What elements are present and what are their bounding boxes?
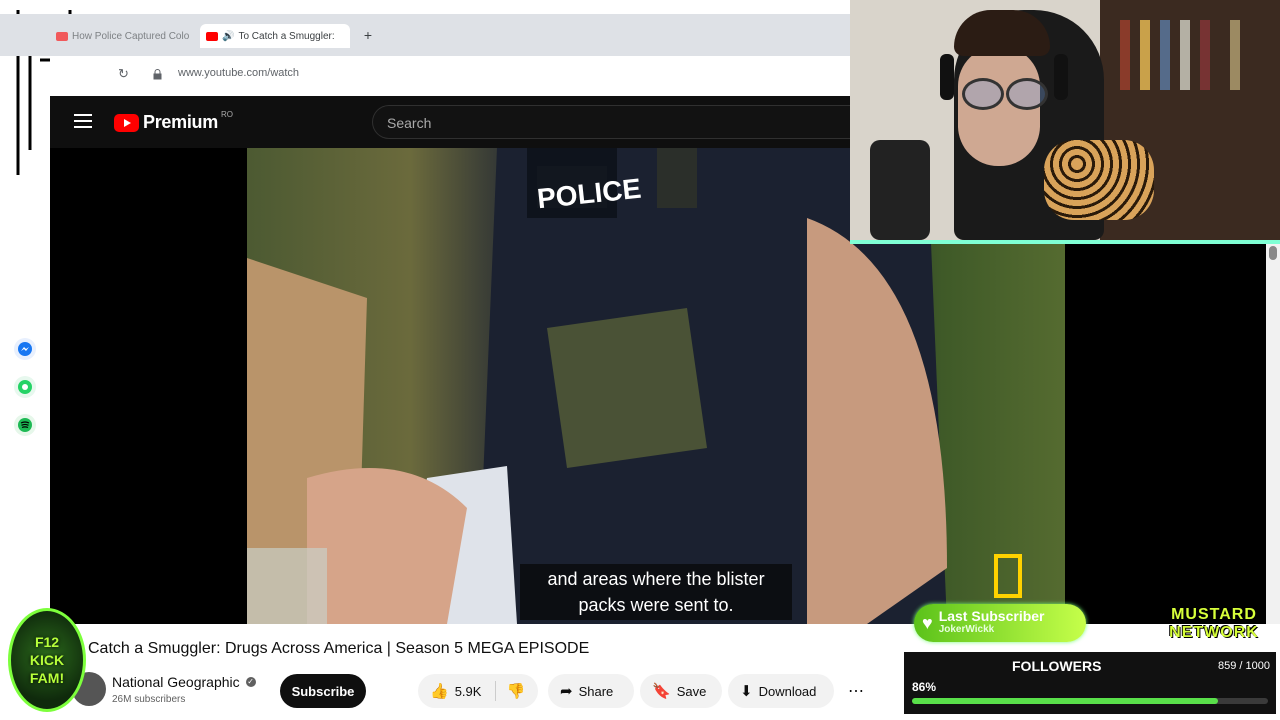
- verified-check-icon: ✓: [245, 677, 256, 687]
- streamer-webcam: [850, 0, 1280, 244]
- followers-label: FOLLOWERS: [1012, 658, 1102, 674]
- youtube-premium-logo[interactable]: Premium RO: [114, 110, 233, 133]
- video-caption: and areas where the blister packs were s…: [520, 564, 792, 620]
- microphone: [870, 140, 930, 240]
- kick-fam-logo: F12 KICK FAM!: [8, 608, 86, 712]
- download-icon: ⬇: [740, 683, 753, 700]
- book: [1160, 20, 1170, 90]
- followers-progress-fill: [912, 698, 1219, 704]
- tab-to-catch-a-smuggler[interactable]: 🔊 To Catch a Smuggler:: [200, 24, 350, 48]
- save-label: Save: [676, 683, 707, 699]
- logo-country-code: RO: [220, 110, 233, 119]
- spotify-icon[interactable]: [14, 414, 36, 436]
- share-icon: ➦: [560, 683, 573, 700]
- book: [1230, 20, 1240, 90]
- tab-label: How Police Captured Colo: [72, 30, 190, 42]
- messenger-icon[interactable]: [14, 338, 36, 360]
- save-button[interactable]: 🔖 Save: [640, 674, 722, 708]
- more-actions-button[interactable]: ⋯: [842, 674, 870, 708]
- kick-logo-line-2: KICK FAM!: [29, 652, 65, 686]
- followers-progress-bar: [912, 698, 1268, 704]
- subscriber-count: 26M subscribers: [112, 694, 186, 705]
- address-bar[interactable]: ↻ www.youtube.com/watch: [50, 56, 850, 94]
- glasses-left: [962, 78, 1004, 110]
- followers-percent: 86%: [912, 680, 937, 694]
- new-tab-button[interactable]: +: [360, 26, 376, 44]
- book: [1120, 20, 1130, 90]
- book: [1180, 20, 1190, 90]
- channel-name-text: National Geographic: [112, 674, 240, 690]
- mustard-network-logo: MUSTARD NETWORK: [1154, 606, 1274, 646]
- menu-icon[interactable]: [74, 114, 92, 128]
- tab-how-police[interactable]: How Police Captured Colo: [56, 24, 196, 48]
- thumbs-down-icon[interactable]: 👎: [506, 682, 525, 700]
- search-placeholder: Search: [387, 115, 432, 131]
- channel-name[interactable]: National Geographic ✓: [112, 674, 256, 690]
- mustard-line-1: MUSTARD: [1171, 606, 1257, 623]
- whatsapp-icon[interactable]: [14, 376, 36, 398]
- last-subscriber-banner: ♥ Last Subscriber JokerWickk: [914, 604, 1086, 642]
- caption-line-1: and areas where the blister: [547, 569, 765, 589]
- reload-icon[interactable]: ↻: [118, 66, 129, 82]
- youtube-favicon-icon: [206, 31, 218, 41]
- kick-logo-line-1: F12: [34, 634, 60, 650]
- caption-line-2: packs were sent to.: [578, 595, 734, 615]
- mustard-line-2: NETWORK: [1169, 624, 1259, 641]
- download-label: Download: [758, 683, 817, 699]
- streamer-hair: [954, 10, 1050, 56]
- divider: [495, 681, 497, 701]
- book: [1140, 20, 1150, 90]
- thumbs-up-icon[interactable]: 👍: [430, 682, 449, 700]
- like-count[interactable]: 5.9K: [455, 684, 482, 699]
- share-button[interactable]: ➦ Share: [548, 674, 634, 708]
- tab-label: To Catch a Smuggler:: [238, 30, 335, 42]
- headphones-left: [940, 54, 954, 100]
- subscribe-button[interactable]: Subscribe: [280, 674, 366, 708]
- search-input[interactable]: Search: [372, 105, 850, 139]
- followers-count: 859 / 1000: [1218, 660, 1270, 672]
- headphones-right: [1054, 54, 1068, 100]
- youtube-favicon-icon: [56, 31, 68, 41]
- like-dislike-group: 👍 5.9K 👎: [418, 674, 538, 708]
- screen: { "browser": { "tabs": [ {"label": "How …: [0, 0, 1280, 720]
- download-button[interactable]: ⬇ Download: [728, 674, 834, 708]
- page-scrollbar[interactable]: [1266, 244, 1280, 624]
- video-title: Catch a Smuggler: Drugs Across America |…: [88, 640, 590, 657]
- followers-goal-widget: FOLLOWERS 859 / 1000 86%: [904, 652, 1276, 714]
- speaker-icon: 🔊: [222, 30, 235, 42]
- last-subscriber-label: Last Subscriber: [938, 608, 1045, 624]
- last-subscriber-name: JokerWickk: [938, 624, 995, 635]
- heart-icon: ♥: [922, 612, 933, 633]
- bookmark-icon: 🔖: [652, 683, 671, 700]
- leopard-plush: [1044, 140, 1154, 220]
- natgeo-watermark-icon: [994, 554, 1022, 598]
- logo-word: Premium: [143, 112, 218, 132]
- youtube-play-icon: [114, 113, 139, 132]
- lock-icon[interactable]: [153, 67, 162, 80]
- book: [1200, 20, 1210, 90]
- share-label: Share: [578, 683, 614, 699]
- youtube-masthead: Premium RO Search: [50, 96, 850, 148]
- scrollbar-thumb[interactable]: [1269, 246, 1277, 260]
- glasses-right: [1006, 78, 1048, 110]
- url-text: www.youtube.com/watch: [178, 67, 300, 79]
